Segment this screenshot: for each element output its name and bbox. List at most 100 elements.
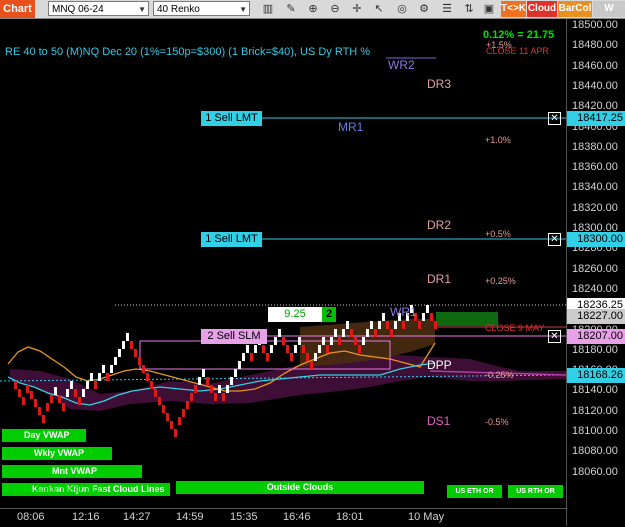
renko-brick: [118, 349, 121, 357]
renko-brick: [218, 385, 221, 393]
renko-brick: [114, 357, 117, 365]
renko-brick: [174, 429, 177, 437]
wr2-label: WR2: [388, 58, 415, 72]
mnt-vwap-button[interactable]: Mnt VWAP: [2, 465, 142, 478]
renko-brick: [222, 393, 225, 401]
time-tick-label: 10 May: [408, 511, 445, 523]
toolbar: Chart MNQ 06-24 ▼ 40 Renko ▼ ▥ ✎ ⊕ ⊖ ✛ ↖…: [0, 0, 625, 30]
time-tick-label: 12:16: [72, 511, 100, 523]
us-rth-or-button[interactable]: US RTH OR: [508, 485, 563, 498]
renko-brick: [86, 381, 89, 389]
renko-brick: [322, 337, 325, 345]
renko-brick: [106, 373, 109, 381]
day-vwap-button[interactable]: Day VWAP: [2, 429, 86, 442]
dr1-label: DR1: [427, 272, 452, 286]
renko-brick: [130, 341, 133, 349]
vwap-price-flag: 18168.26: [567, 368, 625, 383]
crosshair-icon[interactable]: ✛: [350, 2, 364, 16]
barcol-button[interactable]: BarCol: [558, 1, 592, 17]
renko-brick: [126, 333, 129, 341]
renko-brick: [122, 341, 125, 349]
position-qty[interactable]: 2: [322, 307, 336, 322]
renko-brick: [98, 373, 101, 381]
renko-brick: [422, 313, 425, 321]
time-tick-label: 18:01: [336, 511, 364, 523]
pencil-icon[interactable]: ✎: [284, 2, 298, 16]
price-tick-label: 18380.00: [572, 140, 618, 153]
renko-brick: [306, 353, 309, 361]
renko-brick: [334, 329, 337, 337]
chart-plot-area[interactable]: RE 40 to 50 (M)NQ Dec 20 (1%=150p=$300) …: [0, 19, 566, 508]
order-price-flag-2: 18300.00: [567, 232, 625, 247]
renko-brick: [230, 377, 233, 385]
price-tick-label: 18500.00: [572, 19, 618, 31]
vwap-toggle-button[interactable]: W VWA: [593, 1, 625, 30]
renko-brick: [282, 337, 285, 345]
renko-brick: [250, 353, 253, 361]
close-icon[interactable]: ✕: [548, 330, 561, 343]
zoom-in-icon[interactable]: ⊕: [306, 2, 320, 16]
renko-brick: [366, 329, 369, 337]
properties-icon[interactable]: ⚙: [417, 2, 431, 16]
chevron-down-icon: ▼: [239, 5, 247, 14]
renko-brick: [206, 377, 209, 385]
price-axis[interactable]: 18500.00 18480.00 18460.00 18440.00 18420.00…: [566, 19, 625, 526]
renko-brick: [386, 321, 389, 329]
renko-brick: [362, 337, 365, 345]
time-tick-label: 08:06: [17, 511, 45, 523]
renko-brick: [194, 385, 197, 393]
copyright: © 2024 NinjaTrader, LLC: [4, 484, 104, 494]
position-pnl[interactable]: 9.25: [268, 307, 322, 322]
renko-brick: [278, 329, 281, 337]
renko-brick: [142, 365, 145, 373]
instrument-value: MNQ 06-24: [52, 4, 104, 15]
price-tick-label: 18340.00: [572, 181, 618, 194]
renko-brick: [310, 361, 313, 369]
renko-brick: [138, 357, 141, 365]
price-tick-label: 18240.00: [572, 282, 618, 295]
wkly-vwap-button[interactable]: Wkly VWAP: [2, 447, 112, 460]
renko-brick: [110, 365, 113, 373]
chart-tab[interactable]: Chart: [0, 0, 35, 18]
close-icon[interactable]: ✕: [548, 112, 561, 125]
renko-brick: [146, 373, 149, 381]
cloud-button[interactable]: Cloud: [527, 1, 557, 17]
renko-brick: [70, 381, 73, 389]
renko-brick: [38, 407, 41, 415]
renko-brick: [186, 401, 189, 409]
outside-clouds-button[interactable]: Outside Clouds: [176, 481, 424, 494]
order-sell-slm[interactable]: 2 Sell SLM: [201, 329, 267, 344]
instrument-selector[interactable]: MNQ 06-24 ▼: [48, 1, 149, 16]
renko-brick: [214, 393, 217, 401]
pointer-icon[interactable]: ↖: [372, 2, 386, 16]
order-panel-icon[interactable]: ▣: [482, 2, 496, 16]
time-axis[interactable]: 08:06 12:16 14:27 14:59 15:35 16:46 18:01 10 Ma…: [0, 508, 566, 527]
dom-icon[interactable]: ⇅: [462, 2, 476, 16]
renko-brick: [198, 377, 201, 385]
renko-brick: [150, 381, 153, 389]
close-icon[interactable]: ✕: [548, 233, 561, 246]
tk-button[interactable]: T<>K: [501, 1, 526, 17]
time-tick-label: 16:46: [283, 511, 311, 523]
us-eth-or-button[interactable]: US ETH OR: [447, 485, 502, 498]
renko-brick: [66, 389, 69, 397]
zoom-out-icon[interactable]: ⊖: [328, 2, 342, 16]
bars-icon[interactable]: ▥: [261, 2, 275, 16]
renko-brick: [134, 349, 137, 357]
renko-brick: [418, 321, 421, 329]
renko-brick: [34, 399, 37, 407]
price-tick-label: 18460.00: [572, 59, 618, 72]
globe-icon[interactable]: ◎: [395, 2, 409, 16]
pct-1-0: +1.0%: [485, 135, 511, 145]
pct-0-25: +0.25%: [485, 276, 516, 286]
renko-brick: [286, 345, 289, 353]
renko-brick: [394, 321, 397, 329]
pct-0-5: +0.5%: [485, 229, 511, 239]
strategy-icon[interactable]: ☰: [440, 2, 454, 16]
renko-brick: [354, 337, 357, 345]
order-sell-lmt-1[interactable]: 1 Sell LMT: [201, 111, 262, 126]
renko-brick: [158, 397, 161, 405]
order-sell-lmt-2[interactable]: 1 Sell LMT: [201, 232, 262, 247]
bar-type-selector[interactable]: 40 Renko ▼: [153, 1, 250, 16]
chevron-down-icon: ▼: [138, 5, 146, 14]
